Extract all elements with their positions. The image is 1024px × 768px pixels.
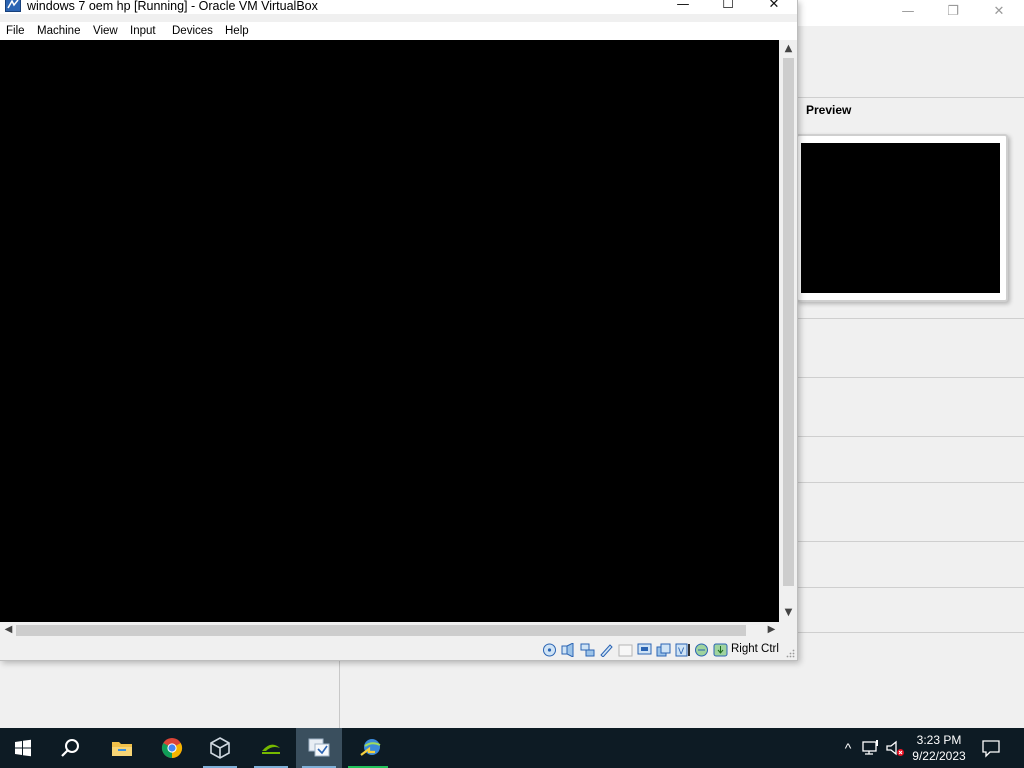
section-divider xyxy=(798,541,1024,542)
menu-bar: File Machine View Input Devices Help xyxy=(0,22,797,40)
volume-muted-icon[interactable] xyxy=(885,738,905,758)
manager-minimize-button[interactable]: — xyxy=(885,2,931,22)
preview-screen xyxy=(801,143,1000,293)
horizontal-scrollbar[interactable]: ◀ ▶ xyxy=(0,622,780,639)
nvidia-icon xyxy=(262,744,280,754)
clock-time: 3:23 PM xyxy=(916,733,962,747)
windows-logo-icon xyxy=(15,739,31,757)
mouse-integration-icon[interactable] xyxy=(694,643,709,657)
vm-titlebar[interactable]: windows 7 oem hp [Running] - Oracle VM V… xyxy=(0,0,797,14)
menu-file[interactable]: File xyxy=(6,24,25,38)
chrome-icon xyxy=(161,738,183,759)
clock-date: 9/22/2023 xyxy=(912,749,966,763)
minimize-button[interactable]: — xyxy=(661,0,705,14)
section-divider xyxy=(798,587,1024,588)
start-button[interactable] xyxy=(0,728,46,768)
menu-help[interactable]: Help xyxy=(225,24,249,38)
resize-grip-icon[interactable] xyxy=(786,649,795,658)
manager-splitter[interactable] xyxy=(339,660,340,728)
folder-icon xyxy=(112,742,132,756)
virtualbox-taskbar-button[interactable] xyxy=(197,728,243,768)
section-divider xyxy=(798,377,1024,378)
horizontal-scroll-thumb[interactable] xyxy=(16,625,746,636)
menu-devices[interactable]: Devices xyxy=(172,24,213,38)
section-divider xyxy=(798,632,1024,633)
virtualbox-cube-icon xyxy=(210,737,230,759)
status-bar: V Right Ctrl xyxy=(0,639,797,660)
system-clock[interactable]: 3:23 PM 9/22/2023 xyxy=(908,732,970,764)
section-divider xyxy=(798,436,1024,437)
vertical-scroll-thumb[interactable] xyxy=(783,58,794,586)
vm-window: windows 7 oem hp [Running] - Oracle VM V… xyxy=(0,0,798,661)
section-divider xyxy=(798,482,1024,483)
search-icon xyxy=(61,739,79,757)
menu-machine[interactable]: Machine xyxy=(37,24,80,38)
shared-folders-icon[interactable] xyxy=(618,643,633,657)
pane-divider xyxy=(798,97,1024,98)
manager-close-button[interactable]: ✕ xyxy=(976,2,1022,22)
optical-drive-icon[interactable] xyxy=(542,643,557,657)
usb-icon[interactable] xyxy=(599,643,614,657)
keyboard-capture-icon[interactable] xyxy=(713,643,728,657)
guest-display[interactable] xyxy=(0,40,779,622)
scroll-right-arrow-icon[interactable]: ▶ xyxy=(763,622,780,638)
idm-globe-icon xyxy=(360,739,381,756)
menu-input[interactable]: Input xyxy=(130,24,156,38)
nvidia-button[interactable] xyxy=(248,728,294,768)
internet-download-manager-button[interactable] xyxy=(348,728,394,768)
recording-icon[interactable] xyxy=(656,643,671,657)
vertical-scrollbar[interactable]: ▲ ▼ xyxy=(780,40,797,622)
window-title: windows 7 oem hp [Running] - Oracle VM V… xyxy=(27,0,318,13)
section-divider xyxy=(798,318,1024,319)
close-button[interactable]: ✕ xyxy=(752,0,796,14)
manager-bottom-area xyxy=(0,660,1024,728)
network-status-icon[interactable] xyxy=(861,738,881,758)
vmware-workstation-icon xyxy=(308,738,330,757)
taskbar: ^ 3:23 PM 9/22/2023 xyxy=(0,728,1024,768)
audio-icon[interactable] xyxy=(561,643,576,657)
scroll-left-arrow-icon[interactable]: ◀ xyxy=(0,622,17,638)
network-icon[interactable] xyxy=(580,643,595,657)
display-icon[interactable] xyxy=(637,643,652,657)
maximize-button[interactable]: ☐ xyxy=(706,0,750,14)
svg-text:V: V xyxy=(678,647,685,657)
preview-label: Preview xyxy=(806,103,852,117)
preview-thumbnail xyxy=(796,134,1008,302)
scroll-down-arrow-icon[interactable]: ▼ xyxy=(780,605,797,621)
show-hidden-icons-chevron-icon[interactable]: ^ xyxy=(838,738,858,758)
search-button[interactable] xyxy=(48,728,94,768)
menu-view[interactable]: View xyxy=(93,24,118,38)
chrome-button[interactable] xyxy=(149,728,195,768)
vt-x-icon[interactable]: V xyxy=(675,643,690,657)
vmware-workstation-button[interactable] xyxy=(296,728,342,768)
host-key-label: Right Ctrl xyxy=(731,643,779,655)
manager-restore-button[interactable]: ❐ xyxy=(930,2,976,22)
action-center-notification-icon[interactable] xyxy=(981,738,1001,758)
virtualbox-app-icon xyxy=(5,0,21,12)
file-explorer-button[interactable] xyxy=(99,728,145,768)
scroll-up-arrow-icon[interactable]: ▲ xyxy=(780,41,797,57)
